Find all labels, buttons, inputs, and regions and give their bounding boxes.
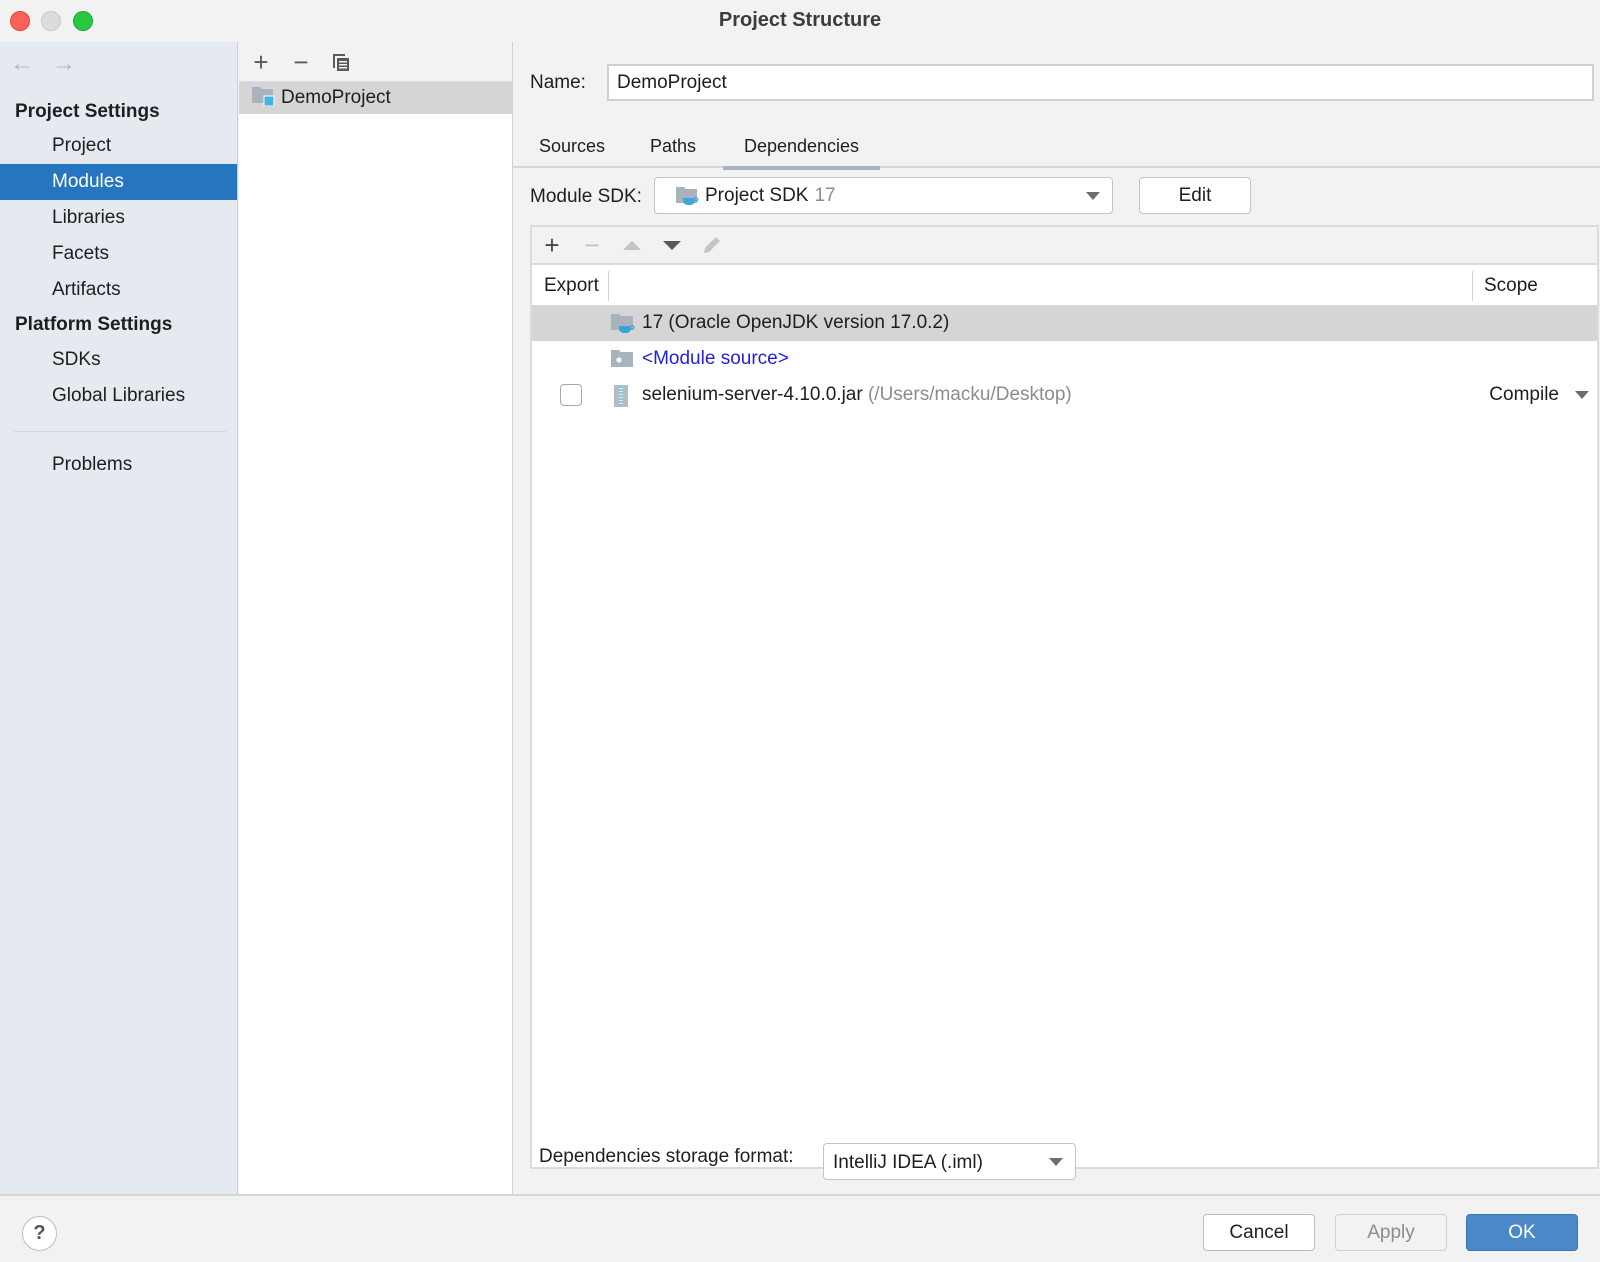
module-sdk-value: Project SDK (705, 184, 809, 206)
dependency-name: 17 (Oracle OpenJDK version 17.0.2) (642, 312, 950, 333)
help-button[interactable]: ? (22, 1216, 57, 1251)
module-folder-icon (251, 84, 275, 112)
sidebar: ← → Project Settings Project Modules Lib… (0, 42, 238, 1194)
scope-dropdown[interactable]: Compile (1489, 377, 1559, 413)
module-name: DemoProject (281, 87, 391, 108)
storage-format-value: IntelliJ IDEA (.iml) (833, 1152, 983, 1173)
section-title-platform-settings: Platform Settings (15, 314, 173, 335)
module-detail-panel: Name: Sources Paths Dependencies Module … (513, 42, 1600, 1194)
sidebar-item-sdks[interactable]: SDKs (0, 342, 237, 378)
cancel-button[interactable]: Cancel (1203, 1214, 1315, 1251)
chevron-down-icon (1086, 192, 1100, 200)
dependency-row[interactable]: 17 (Oracle OpenJDK version 17.0.2) (532, 305, 1597, 341)
pencil-icon[interactable] (698, 231, 726, 259)
modules-panel: + − DemoProject (239, 42, 513, 1194)
column-header-scope[interactable]: Scope (1484, 267, 1538, 305)
move-down-icon[interactable] (658, 231, 686, 259)
sidebar-item-problems[interactable]: Problems (0, 447, 237, 483)
dialog-footer: ? Cancel Apply OK (0, 1194, 1600, 1262)
storage-format-dropdown[interactable]: IntelliJ IDEA (.iml) (823, 1143, 1076, 1180)
sidebar-item-project[interactable]: Project (0, 128, 237, 164)
column-header-export[interactable]: Export (544, 267, 599, 305)
sidebar-item-libraries[interactable]: Libraries (0, 200, 237, 236)
apply-button[interactable]: Apply (1335, 1214, 1447, 1251)
dependency-name-link[interactable]: <Module source> (642, 341, 789, 377)
nav-arrows: ← → (10, 52, 76, 76)
jar-file-path: (/Users/macku/Desktop) (867, 384, 1072, 405)
module-sdk-label: Module SDK: (530, 186, 642, 207)
minus-icon[interactable]: − (287, 48, 315, 76)
dependencies-table: + − Export Scope 17 (Oracle OpenJDK vers… (530, 225, 1599, 1169)
minus-icon[interactable]: − (578, 231, 606, 259)
sidebar-item-global-libraries[interactable]: Global Libraries (0, 378, 237, 414)
plus-icon[interactable]: + (247, 48, 275, 76)
sidebar-item-facets[interactable]: Facets (0, 236, 237, 272)
move-up-icon[interactable] (618, 231, 646, 259)
module-name-input[interactable] (607, 64, 1594, 101)
module-source-icon (610, 349, 634, 375)
dependencies-toolbar: + − (532, 227, 1597, 265)
title-bar: Project Structure (0, 0, 1600, 42)
tab-paths[interactable]: Paths (633, 126, 713, 168)
chevron-down-icon (1049, 1158, 1063, 1166)
module-sdk-dropdown[interactable]: Project SDK 17 (654, 177, 1113, 214)
jdk-icon (610, 313, 636, 341)
tab-sources[interactable]: Sources (527, 126, 617, 168)
export-checkbox[interactable] (560, 384, 582, 406)
dependency-name: selenium-server-4.10.0.jar (/Users/macku… (642, 377, 1072, 413)
column-separator[interactable] (608, 271, 609, 301)
edit-sdk-button[interactable]: Edit (1139, 177, 1251, 214)
jar-file-name: selenium-server-4.10.0.jar (642, 384, 863, 405)
window-title: Project Structure (718, 9, 882, 31)
arrow-left-icon[interactable]: ← (10, 52, 34, 76)
section-title-project-settings: Project Settings (15, 101, 160, 122)
tab-bar: Sources Paths Dependencies (513, 126, 1600, 170)
modules-toolbar: + − (239, 42, 512, 82)
sidebar-divider (14, 431, 226, 432)
arrow-right-icon[interactable]: → (52, 52, 76, 76)
module-list-item[interactable]: DemoProject (239, 82, 512, 114)
sidebar-item-artifacts[interactable]: Artifacts (0, 272, 237, 308)
module-sdk-version: 17 (814, 184, 836, 206)
sidebar-item-modules[interactable]: Modules (0, 164, 237, 200)
ok-button[interactable]: OK (1466, 1214, 1578, 1251)
chevron-down-icon[interactable] (1575, 391, 1589, 399)
jdk-icon (675, 185, 699, 207)
dependency-row[interactable]: <Module source> (532, 341, 1597, 377)
storage-format-label: Dependencies storage format: (539, 1146, 794, 1167)
name-label: Name: (530, 72, 586, 93)
column-separator[interactable] (1472, 271, 1473, 301)
jar-icon (612, 385, 630, 413)
plus-icon[interactable]: + (538, 231, 566, 259)
copy-icon[interactable] (327, 48, 355, 76)
dependencies-header: Export Scope (532, 267, 1597, 305)
tab-dependencies[interactable]: Dependencies (723, 126, 880, 170)
dependency-row[interactable]: selenium-server-4.10.0.jar (/Users/macku… (532, 377, 1597, 413)
